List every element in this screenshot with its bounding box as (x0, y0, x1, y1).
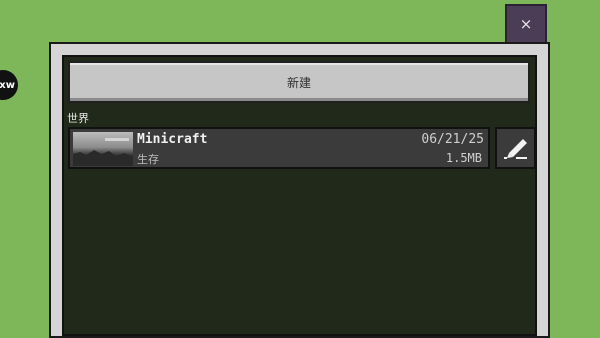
world-list-item[interactable]: Minicraft 生存 06/21/25 1.5MB (68, 127, 490, 169)
avatar-initials: xw (0, 79, 15, 91)
worlds-panel-content: 新建 世界 Minicraft 生存 06/21/25 1.5MB (62, 55, 537, 336)
edit-world-button[interactable] (495, 127, 536, 169)
pencil-icon (503, 139, 527, 159)
world-name: Minicraft (137, 132, 208, 147)
world-thumbnail (73, 132, 133, 166)
world-game-mode: 生存 (137, 153, 159, 166)
create-new-label: 新建 (286, 75, 311, 90)
world-file-size: 1.5MB (445, 151, 482, 165)
close-icon: × (519, 15, 533, 33)
close-button[interactable]: × (505, 4, 547, 42)
world-last-played-date: 06/21/25 (421, 132, 484, 147)
worlds-panel: 新建 世界 Minicraft 生存 06/21/25 1.5MB (49, 42, 550, 338)
create-new-button[interactable]: 新建 (68, 61, 530, 103)
avatar[interactable]: xw (0, 70, 18, 100)
worlds-section-label: 世界 (67, 112, 89, 125)
